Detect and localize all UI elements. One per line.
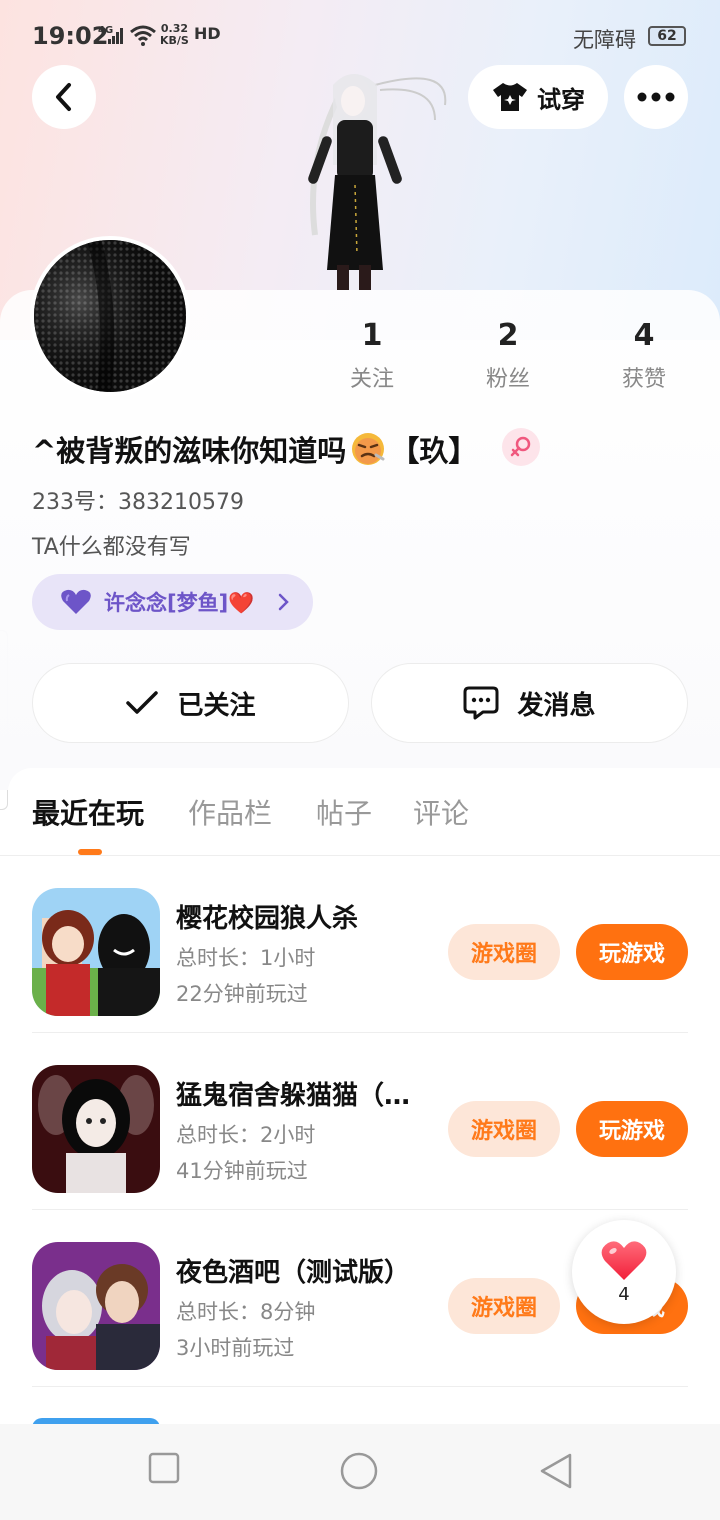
stat-value: 2	[497, 318, 519, 353]
square-icon[interactable]	[148, 1452, 180, 1484]
try-on-label: 试穿	[537, 85, 585, 114]
stat-label: 粉丝	[485, 367, 530, 392]
stat-value: 4	[633, 318, 655, 353]
stat-followers[interactable]: 2 粉丝	[458, 318, 558, 393]
game-icon[interactable]	[32, 1242, 160, 1370]
companion-tag[interactable]: 许念念[梦鱼]❤️	[32, 574, 313, 630]
female-icon	[510, 436, 531, 457]
purple-heart-icon	[61, 589, 91, 614]
list-item[interactable]: 猛鬼宿舍躲猫猫（… 总时长：2小时 41分钟前玩过 游戏圈 玩游戏	[32, 1033, 720, 1210]
triangle-back-icon[interactable]	[538, 1452, 574, 1490]
list-item[interactable]: 樱花校园狼人杀 总时长：1小时 22分钟前玩过 游戏圈 玩游戏	[32, 856, 720, 1033]
message-bubble-icon	[463, 686, 499, 720]
back-button[interactable]	[32, 65, 96, 129]
circle-icon[interactable]	[340, 1452, 378, 1490]
stat-following[interactable]: 1 关注	[322, 318, 422, 393]
game-last-played: 22分钟前玩过	[176, 982, 308, 1006]
game-title: 樱花校园狼人杀	[176, 904, 359, 934]
dizzy-face-emoji-icon	[352, 433, 385, 465]
username-text: ^被背叛的滋味你知道吗	[32, 434, 347, 468]
game-circle-button[interactable]: 游戏圈	[448, 924, 560, 980]
chevron-left-icon	[56, 83, 71, 111]
play-game-button[interactable]: 玩游戏	[576, 924, 688, 980]
game-duration: 总时长：8分钟	[176, 1300, 316, 1324]
status-time: 19:02	[32, 22, 109, 50]
system-nav-bar	[0, 1424, 720, 1520]
accessibility-label: 无障碍	[573, 28, 636, 52]
stat-label: 获赞	[621, 367, 666, 392]
username: ^被背叛的滋味你知道吗 【玖】	[32, 428, 477, 470]
gender-badge	[502, 428, 540, 466]
game-title: 夜色酒吧（测试版）	[176, 1258, 411, 1288]
signal-icon	[108, 28, 123, 44]
check-icon	[126, 691, 159, 714]
avatar[interactable]	[30, 236, 190, 396]
tab-comments[interactable]: 评论	[413, 792, 469, 832]
send-message-button[interactable]: 发消息	[371, 663, 688, 743]
more-dots-icon	[637, 92, 675, 102]
tab-posts[interactable]: 帖子	[316, 792, 372, 832]
tab-recently-played[interactable]: 最近在玩	[32, 792, 144, 832]
followed-button[interactable]: 已关注	[32, 663, 349, 743]
game-title: 猛鬼宿舍躲猫猫（…	[176, 1081, 411, 1111]
chevron-right-icon	[279, 593, 290, 611]
game-duration: 总时长：2小时	[176, 1123, 316, 1147]
stat-value: 1	[361, 318, 383, 353]
user-bio: TA什么都没有写	[32, 535, 191, 560]
game-last-played: 3小时前玩过	[176, 1336, 295, 1360]
send-message-label: 发消息	[517, 690, 596, 721]
status-bar: 19:02 4G 0.32 KB/S HD 无障碍 62	[0, 0, 720, 72]
heart-icon	[601, 1240, 647, 1280]
like-button[interactable]: 4	[572, 1220, 676, 1324]
user-id: 233号：383210579	[32, 490, 244, 515]
followed-label: 已关注	[177, 690, 256, 721]
game-icon[interactable]	[32, 1065, 160, 1193]
companion-tag-label: 许念念[梦鱼]❤️	[104, 591, 255, 615]
tab-works[interactable]: 作品栏	[188, 792, 272, 832]
wifi-icon	[130, 25, 156, 46]
username-suffix: 【玖】	[390, 434, 478, 468]
play-game-button[interactable]: 玩游戏	[576, 1101, 688, 1157]
game-duration: 总时长：1小时	[176, 946, 316, 970]
try-on-button[interactable]: 试穿	[468, 65, 608, 129]
avatar-3d-figure	[308, 74, 447, 290]
shirt-icon	[493, 83, 527, 111]
stat-label: 关注	[349, 367, 394, 392]
game-circle-button[interactable]: 游戏圈	[448, 1101, 560, 1157]
like-count: 4	[618, 1283, 630, 1305]
row-divider	[32, 1386, 688, 1387]
game-icon[interactable]	[32, 888, 160, 1016]
game-circle-button[interactable]: 游戏圈	[448, 1278, 560, 1334]
stat-likes[interactable]: 4 获赞	[594, 318, 694, 393]
hd-badge: HD	[194, 24, 221, 43]
avatar-image	[34, 240, 186, 392]
network-speed: 0.32 KB/S	[160, 22, 189, 47]
battery-indicator: 62	[648, 26, 686, 46]
game-last-played: 41分钟前玩过	[176, 1159, 308, 1183]
more-button[interactable]	[624, 65, 688, 129]
